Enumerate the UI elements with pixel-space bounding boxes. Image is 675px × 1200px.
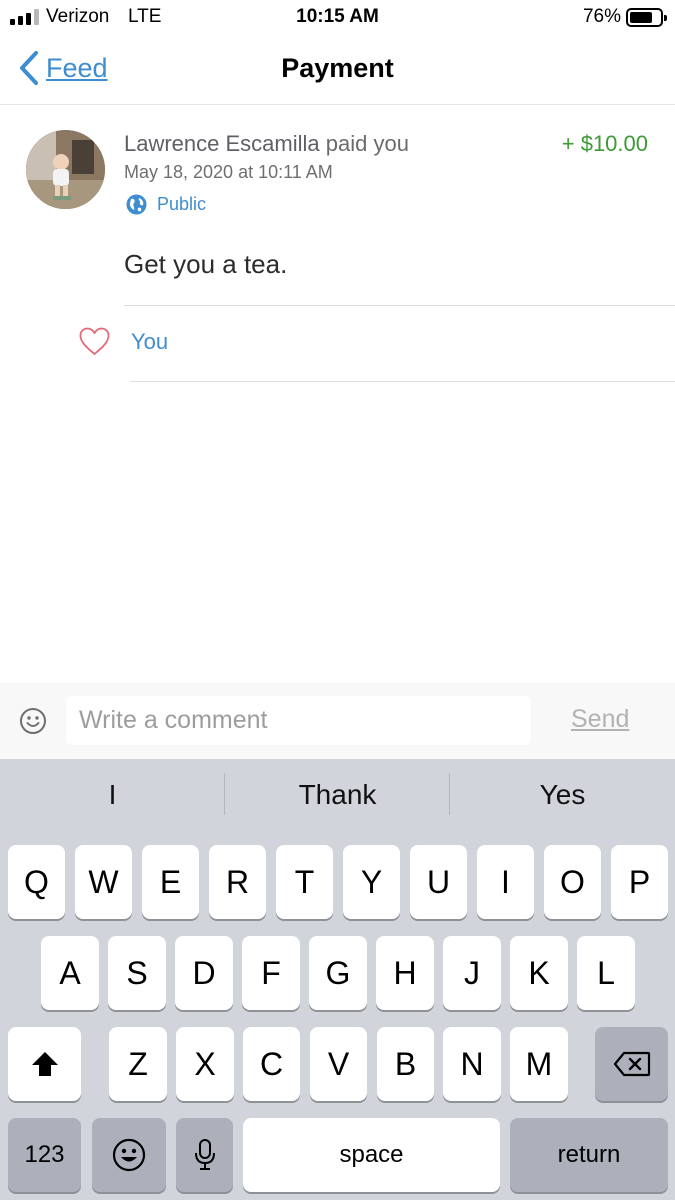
key-d[interactable]: D xyxy=(175,936,233,1010)
divider xyxy=(124,305,675,306)
payment-note: Get you a tea. xyxy=(124,249,288,279)
return-key[interactable]: return xyxy=(510,1118,668,1192)
key-s[interactable]: S xyxy=(108,936,166,1010)
microphone-icon xyxy=(194,1139,215,1170)
key-g[interactable]: G xyxy=(309,936,367,1010)
key-f[interactable]: F xyxy=(242,936,300,1010)
battery-fill xyxy=(630,12,652,23)
nav-bar: Feed Payment xyxy=(0,36,675,105)
shift-icon xyxy=(31,1052,58,1076)
status-bar: Verizon LTE 10:15 AM 76% xyxy=(0,0,675,36)
key-i[interactable]: I xyxy=(477,845,534,919)
suggestion-2[interactable]: Thank xyxy=(225,779,450,811)
keyboard: I Thank Yes Q W E R T Y U I O P A S D F … xyxy=(0,759,675,1200)
send-button[interactable]: Send xyxy=(571,705,629,734)
emoji-icon xyxy=(112,1138,146,1172)
battery-icon xyxy=(626,8,667,27)
key-n[interactable]: N xyxy=(443,1027,501,1101)
audience-label: Public xyxy=(157,194,207,214)
space-key[interactable]: space xyxy=(243,1118,500,1192)
emoji-key[interactable] xyxy=(92,1118,166,1192)
battery-percent: 76% xyxy=(582,6,621,27)
key-z[interactable]: Z xyxy=(109,1027,167,1101)
key-x[interactable]: X xyxy=(176,1027,234,1101)
key-m[interactable]: M xyxy=(510,1027,568,1101)
key-k[interactable]: K xyxy=(510,936,568,1010)
comment-bar: Send xyxy=(0,683,675,759)
shift-key[interactable] xyxy=(8,1027,81,1101)
key-j[interactable]: J xyxy=(443,936,501,1010)
key-r[interactable]: R xyxy=(209,845,266,919)
page-title: Payment xyxy=(281,53,394,83)
dictation-key[interactable] xyxy=(176,1118,233,1192)
backspace-icon xyxy=(613,1051,650,1077)
key-v[interactable]: V xyxy=(310,1027,367,1101)
story-action: paid you xyxy=(319,131,409,156)
suggestion-3[interactable]: Yes xyxy=(450,779,675,811)
payment-amount: + $10.00 xyxy=(561,131,648,156)
key-h[interactable]: H xyxy=(376,936,434,1010)
suggestion-1[interactable]: I xyxy=(0,779,225,811)
likes-label[interactable]: You xyxy=(131,329,168,355)
key-o[interactable]: O xyxy=(544,845,601,919)
globe-icon xyxy=(126,194,147,215)
key-u[interactable]: U xyxy=(410,845,467,919)
battery-tip xyxy=(664,15,667,21)
payment-date: May 18, 2020 at 10:11 AM xyxy=(124,162,333,182)
key-c[interactable]: C xyxy=(243,1027,300,1101)
key-e[interactable]: E xyxy=(142,845,199,919)
key-l[interactable]: L xyxy=(577,936,635,1010)
numbers-key[interactable]: 123 xyxy=(8,1118,81,1192)
status-time: 10:15 AM xyxy=(296,6,379,27)
key-p[interactable]: P xyxy=(611,845,668,919)
avatar-photo xyxy=(26,130,105,209)
actor-name[interactable]: Lawrence Escamilla xyxy=(124,131,320,156)
comment-input[interactable] xyxy=(66,696,531,745)
audience-selector[interactable]: Public xyxy=(126,194,206,215)
divider xyxy=(130,381,675,382)
story-header: Lawrence Escamilla paid you xyxy=(124,131,409,157)
key-w[interactable]: W xyxy=(75,845,132,919)
key-y[interactable]: Y xyxy=(343,845,400,919)
heart-icon[interactable] xyxy=(78,326,111,357)
key-q[interactable]: Q xyxy=(8,845,65,919)
key-a[interactable]: A xyxy=(41,936,99,1010)
likes-row: You xyxy=(78,326,168,357)
key-b[interactable]: B xyxy=(377,1027,434,1101)
key-t[interactable]: T xyxy=(276,845,333,919)
backspace-key[interactable] xyxy=(595,1027,668,1101)
emoji-icon[interactable] xyxy=(19,707,47,735)
avatar[interactable] xyxy=(26,130,105,209)
